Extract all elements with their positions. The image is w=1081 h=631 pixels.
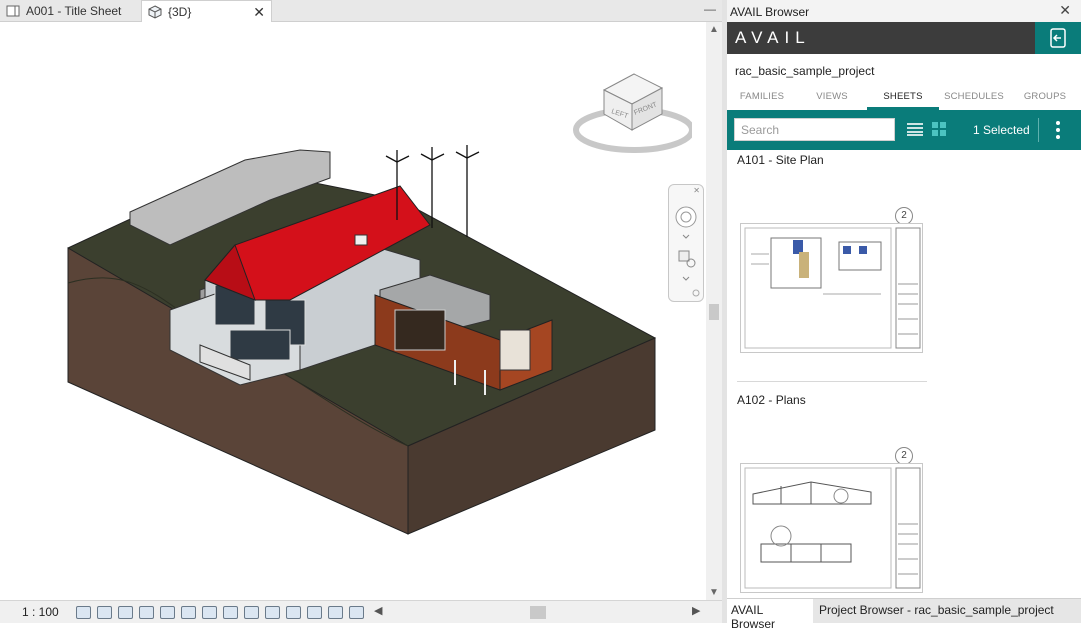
- steering-wheel-icon[interactable]: [675, 206, 697, 228]
- detail-level-icon[interactable]: [76, 605, 91, 619]
- view-control-bar: 1 : 100 ◀ ▶: [0, 600, 722, 623]
- brand-bar: AVAIL: [727, 22, 1081, 54]
- scroll-down-icon[interactable]: ▼: [709, 587, 719, 598]
- horizontal-scrollbar[interactable]: ◀ ▶: [370, 605, 706, 620]
- tab-label: A001 - Title Sheet: [26, 4, 122, 18]
- more-options-icon[interactable]: [1054, 120, 1062, 140]
- reveal-hidden-icon[interactable]: [265, 605, 280, 619]
- sun-path-icon[interactable]: [118, 605, 133, 619]
- sheet-title: A101 - Site Plan: [737, 153, 824, 167]
- sheet-list: A101 - Site Plan 2 A102 - Plans 2: [727, 150, 1081, 598]
- avail-tab-bar: FAMILIES VIEWS SHEETS SCHEDULES GROUPS: [727, 87, 1081, 110]
- list-view-icon[interactable]: [907, 122, 923, 136]
- tab-groups[interactable]: GROUPS: [1011, 87, 1079, 110]
- tab-sheets[interactable]: SHEETS: [867, 87, 939, 110]
- navigation-bar: ✕: [668, 184, 704, 302]
- avail-browser-panel: AVAIL Browser ✕ AVAIL rac_basic_sample_p…: [727, 0, 1081, 631]
- sheet-icon: [6, 4, 20, 18]
- browser-tab-bar: AVAIL Browser Project Browser - rac_basi…: [727, 598, 1081, 631]
- tab-3d-view[interactable]: {3D} ✕: [141, 0, 272, 22]
- temporary-view-properties-icon[interactable]: [307, 605, 322, 619]
- grid-view-icon[interactable]: [932, 122, 946, 136]
- sheet-title: A102 - Plans: [737, 393, 806, 407]
- crop-view-icon[interactable]: [181, 605, 196, 619]
- worksharing-icon[interactable]: [286, 605, 301, 619]
- sheet-thumbnail[interactable]: [740, 463, 923, 593]
- viewcube[interactable]: LEFT FRONT: [572, 68, 695, 158]
- vertical-scrollbar[interactable]: ▲ ▼: [706, 22, 722, 600]
- unlocked-3d-view-icon[interactable]: [223, 605, 238, 619]
- tab-families[interactable]: FAMILIES: [727, 87, 797, 110]
- view-scale[interactable]: 1 : 100: [22, 605, 76, 619]
- zoom-region-icon[interactable]: [678, 250, 696, 268]
- scroll-up-icon[interactable]: ▲: [709, 24, 719, 35]
- close-icon[interactable]: ✕: [253, 4, 265, 21]
- tab-avail-browser[interactable]: AVAIL Browser: [727, 599, 813, 631]
- scroll-thumb[interactable]: [530, 606, 546, 619]
- tab-project-browser[interactable]: Project Browser - rac_basic_sample_proje…: [815, 599, 1060, 623]
- analytical-model-icon[interactable]: [328, 605, 343, 619]
- close-icon[interactable]: ✕: [693, 186, 700, 195]
- highlight-displacement-icon[interactable]: [349, 605, 364, 619]
- temporary-hide-icon[interactable]: [244, 605, 259, 619]
- close-icon[interactable]: ✕: [1059, 2, 1071, 19]
- list-item[interactable]: A101 - Site Plan 2: [727, 150, 1081, 390]
- visual-style-icon[interactable]: [97, 605, 112, 619]
- tab-a001-title-sheet[interactable]: A001 - Title Sheet: [0, 0, 140, 22]
- scroll-thumb[interactable]: [709, 304, 719, 320]
- tab-label: {3D}: [168, 4, 192, 19]
- project-name: rac_basic_sample_project: [735, 64, 875, 78]
- show-crop-region-icon[interactable]: [202, 605, 217, 619]
- panel-title: AVAIL Browser: [727, 0, 1081, 22]
- minimize-icon[interactable]: —: [704, 2, 716, 16]
- selected-count: 1 Selected: [973, 123, 1030, 137]
- divider: [737, 381, 927, 382]
- tab-schedules[interactable]: SCHEDULES: [941, 87, 1007, 110]
- search-input[interactable]: [734, 118, 895, 141]
- scroll-left-icon[interactable]: ◀: [374, 604, 382, 617]
- exit-icon: [1050, 28, 1066, 48]
- scroll-right-icon[interactable]: ▶: [692, 604, 700, 617]
- avail-toolbar: 1 Selected: [727, 110, 1081, 150]
- revit-view-pane: A001 - Title Sheet {3D} ✕ — LEFT FRONT ✕…: [0, 0, 722, 623]
- toolbar-divider: [1038, 118, 1039, 142]
- avail-logo: AVAIL: [735, 28, 811, 47]
- 3d-viewport[interactable]: LEFT FRONT ✕: [0, 22, 706, 600]
- 3d-view-icon: [148, 4, 162, 19]
- sheet-thumbnail[interactable]: [740, 223, 923, 353]
- tab-views[interactable]: VIEWS: [799, 87, 865, 110]
- rendering-icon[interactable]: [160, 605, 175, 619]
- shadows-icon[interactable]: [139, 605, 154, 619]
- exit-button[interactable]: [1035, 22, 1081, 54]
- document-tab-bar: A001 - Title Sheet {3D} ✕ —: [0, 0, 722, 22]
- list-item[interactable]: A102 - Plans 2: [727, 390, 1081, 598]
